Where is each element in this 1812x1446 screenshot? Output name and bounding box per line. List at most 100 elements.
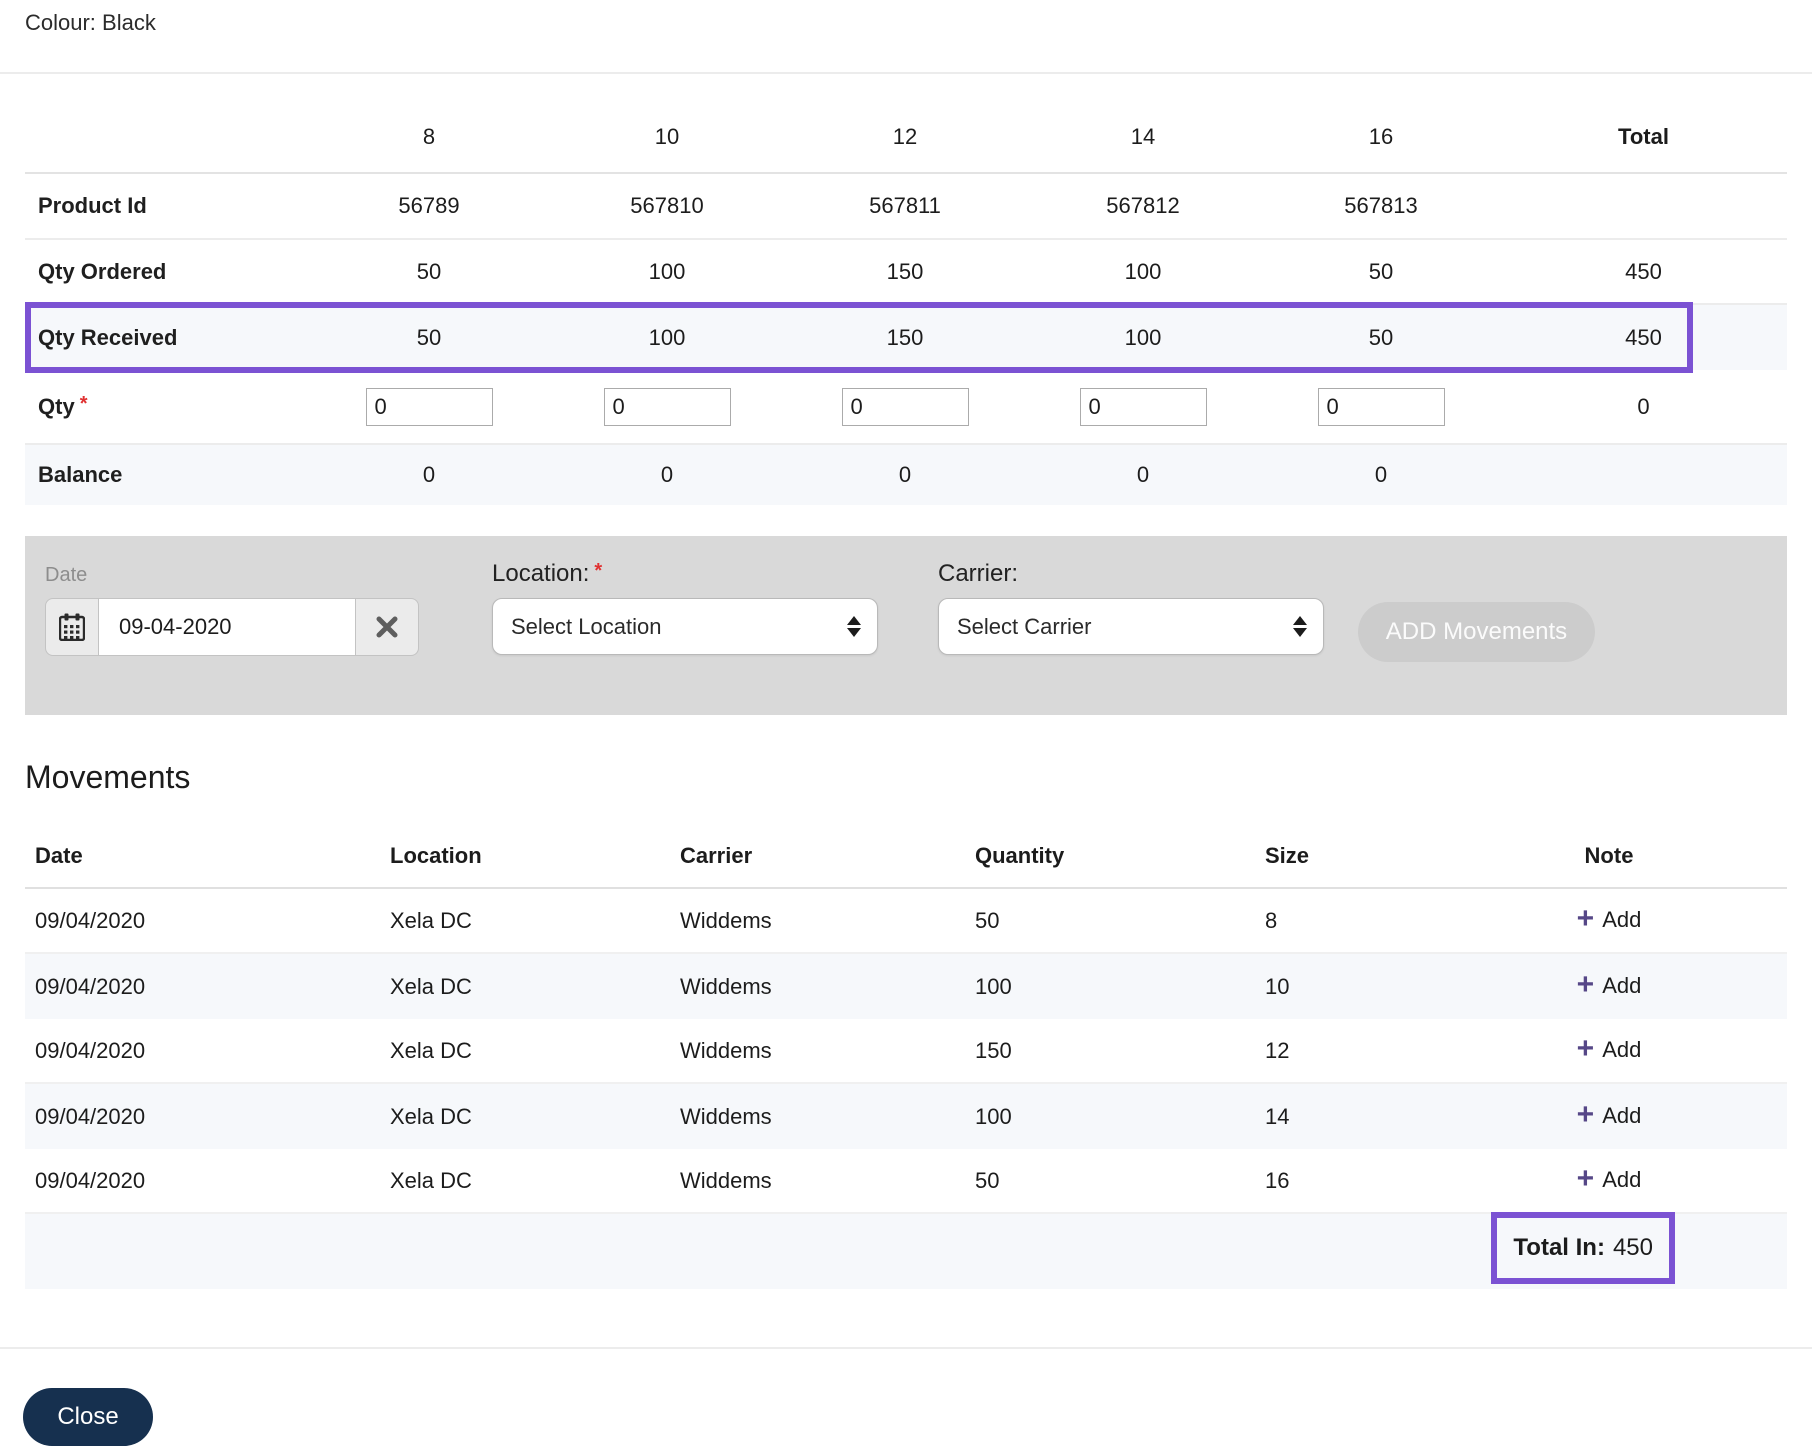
col-header-size: Size <box>1265 843 1310 868</box>
location-select[interactable]: Select Location <box>492 598 878 655</box>
movement-quantity: 100 <box>975 973 1012 999</box>
qty-received-value: 50 <box>416 324 442 350</box>
required-asterisk: * <box>594 560 603 582</box>
total-in-label: Total In: <box>1513 1234 1605 1261</box>
size-quantity-table: 8 10 12 14 16 Total Product Id 56789 567… <box>25 74 1787 505</box>
add-note-label: Add <box>1602 1102 1642 1128</box>
movement-row: 09/04/2020 Xela DC Widdems 50 8 + Add <box>25 889 1787 954</box>
balance-value: 0 <box>422 462 436 487</box>
movement-size: 8 <box>1265 907 1278 933</box>
movement-location: Xela DC <box>390 907 472 933</box>
close-button[interactable]: Close <box>23 1388 153 1446</box>
movement-quantity: 150 <box>975 1037 1012 1063</box>
colour-label: Colour: Black <box>25 10 156 35</box>
movement-location: Xela DC <box>390 1167 472 1193</box>
plus-icon: + <box>1576 901 1595 935</box>
add-note-label: Add <box>1602 906 1642 932</box>
total-in-value: 450 <box>1612 1234 1653 1261</box>
col-header-note: Note <box>1584 843 1634 868</box>
qty-ordered-value: 100 <box>1124 258 1162 284</box>
qty-ordered-value: 150 <box>886 258 924 284</box>
required-asterisk: * <box>79 393 88 415</box>
add-note-link[interactable]: + Add <box>1576 967 1642 1001</box>
col-header-date: Date <box>35 843 83 868</box>
size-header-16: 16 <box>1368 124 1394 149</box>
total-in-highlight-box: Total In: 450 <box>1491 1212 1675 1284</box>
size-header-8: 8 <box>422 124 436 149</box>
qty-input-size-14[interactable] <box>1079 387 1207 426</box>
movement-row: 09/04/2020 Xela DC Widdems 150 12 + Add <box>25 1019 1787 1084</box>
location-selected-value: Select Location <box>511 613 662 639</box>
balance-value: 0 <box>898 462 912 487</box>
qty-ordered-total: 450 <box>1625 258 1662 284</box>
add-movement-form-panel: Date Location:* Select Location <box>25 536 1787 715</box>
movement-quantity: 50 <box>975 907 1000 933</box>
qty-received-value: 100 <box>1124 324 1162 350</box>
balance-value: 0 <box>1374 462 1388 487</box>
row-label: Qty * <box>25 393 310 420</box>
add-note-link[interactable]: + Add <box>1576 1097 1642 1131</box>
size-header-row: 8 10 12 14 16 Total <box>25 74 1787 174</box>
qty-ordered-value: 100 <box>648 258 686 284</box>
movement-quantity: 50 <box>975 1167 1000 1193</box>
location-label: Location: * <box>492 560 603 587</box>
col-header-location: Location <box>390 843 482 868</box>
movement-quantity: 100 <box>975 1103 1012 1129</box>
qty-ordered-value: 50 <box>1368 258 1394 284</box>
movement-row: 09/04/2020 Xela DC Widdems 100 14 + Add <box>25 1084 1787 1149</box>
qty-received-value: 150 <box>886 324 924 350</box>
add-movements-button[interactable]: ADD Movements <box>1358 602 1595 662</box>
qty-ordered-value: 50 <box>416 258 442 284</box>
movement-size: 14 <box>1265 1103 1290 1129</box>
movement-carrier: Widdems <box>680 1037 772 1063</box>
product-id-value: 56789 <box>398 193 460 218</box>
row-label: Balance <box>38 462 123 487</box>
select-arrows-icon <box>1293 616 1307 637</box>
movement-size: 10 <box>1265 973 1290 999</box>
movement-location: Xela DC <box>390 1103 472 1129</box>
col-header-quantity: Quantity <box>975 843 1065 868</box>
carrier-label: Carrier: <box>938 560 1019 587</box>
qty-input-size-16[interactable] <box>1317 387 1445 426</box>
qty-received-total: 450 <box>1625 324 1662 350</box>
balance-value: 0 <box>1136 462 1150 487</box>
add-note-link[interactable]: + Add <box>1576 901 1642 935</box>
calendar-button[interactable] <box>45 598 99 656</box>
header-bar: Colour: Black <box>0 0 1812 72</box>
add-note-link[interactable]: + Add <box>1577 1033 1642 1063</box>
date-input[interactable] <box>99 598 355 656</box>
col-header-carrier: Carrier <box>680 843 753 868</box>
movement-location: Xela DC <box>390 973 472 999</box>
movement-date: 09/04/2020 <box>35 1037 146 1063</box>
qty-input-size-10[interactable] <box>603 387 731 426</box>
qty-total: 0 <box>1637 393 1650 419</box>
size-header-12: 12 <box>892 124 918 149</box>
movement-date: 09/04/2020 <box>35 907 146 933</box>
product-id-value: 567812 <box>1106 193 1180 218</box>
date-input-group <box>45 598 419 656</box>
add-note-label: Add <box>1602 1036 1642 1062</box>
carrier-selected-value: Select Carrier <box>957 613 1092 639</box>
product-id-row: Product Id 56789 567810 567811 567812 56… <box>25 174 1787 240</box>
movement-size: 16 <box>1265 1167 1290 1193</box>
plus-icon: + <box>1576 1097 1595 1131</box>
row-label: Qty Received <box>38 324 178 350</box>
movements-table: Date Location Carrier Quantity Size Note… <box>25 803 1787 1289</box>
row-label: Qty Ordered <box>38 258 167 284</box>
movement-row: 09/04/2020 Xela DC Widdems 50 16 + Add <box>25 1149 1787 1214</box>
plus-icon: + <box>1576 967 1595 1001</box>
add-note-link[interactable]: + Add <box>1577 1163 1642 1193</box>
qty-input-size-8[interactable] <box>365 387 493 426</box>
size-header-14: 14 <box>1130 124 1156 149</box>
carrier-select[interactable]: Select Carrier <box>938 598 1324 655</box>
qty-ordered-row: Qty Ordered 50 100 150 100 50 450 <box>25 240 1787 305</box>
add-note-label: Add <box>1602 972 1642 998</box>
qty-received-row: Qty Received 50 100 150 100 50 450 <box>25 302 1787 373</box>
movement-row: 09/04/2020 Xela DC Widdems 100 10 + Add <box>25 954 1787 1019</box>
date-label: Date <box>45 564 88 586</box>
clear-date-button[interactable] <box>355 598 419 656</box>
qty-input-size-12[interactable] <box>841 387 969 426</box>
movement-carrier: Widdems <box>680 907 772 933</box>
select-arrows-icon <box>847 616 861 637</box>
movement-carrier: Widdems <box>680 1167 772 1193</box>
